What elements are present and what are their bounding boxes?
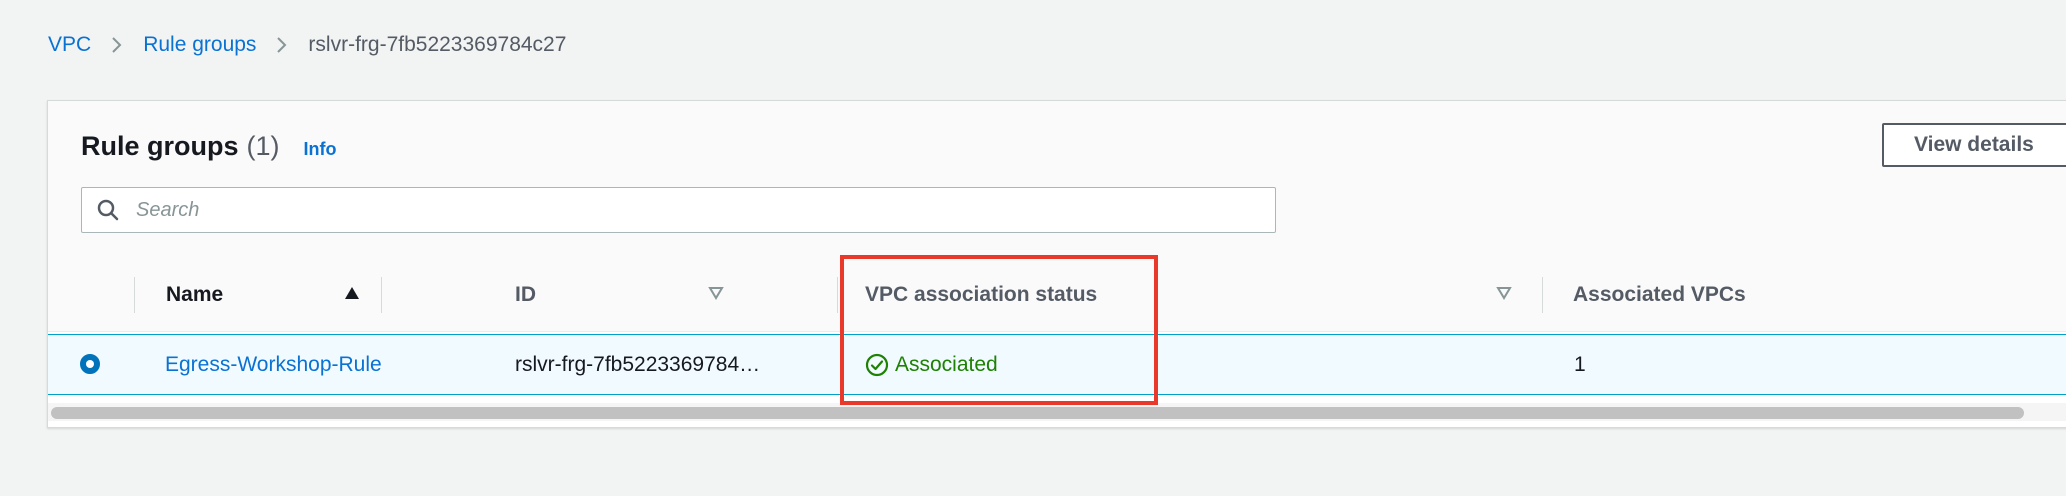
column-divider[interactable] xyxy=(837,277,838,313)
breadcrumb: VPC Rule groups rslvr-frg-7fb5223369784c… xyxy=(48,28,566,62)
radio-dot xyxy=(86,360,94,368)
search-icon xyxy=(96,198,120,222)
search-box[interactable] xyxy=(81,187,1276,233)
chevron-right-icon xyxy=(111,36,123,54)
panel-header: Rule groups (1) Info View details xyxy=(48,101,2066,260)
breadcrumb-rule-groups-link[interactable]: Rule groups xyxy=(143,33,256,57)
rule-group-name-link[interactable]: Egress-Workshop-Rule xyxy=(165,335,382,394)
view-details-button[interactable]: View details xyxy=(1882,123,2066,167)
column-divider[interactable] xyxy=(1542,277,1543,313)
panel-title: Rule groups xyxy=(81,131,239,161)
column-header-id[interactable]: ID xyxy=(515,259,536,331)
sort-ascending-icon[interactable] xyxy=(344,286,360,300)
sort-descending-icon[interactable] xyxy=(708,286,724,300)
chevron-right-icon xyxy=(276,36,288,54)
column-header-associated-vpcs[interactable]: Associated VPCs xyxy=(1573,259,1746,331)
scrollbar-thumb[interactable] xyxy=(51,407,2024,419)
row-select-radio[interactable] xyxy=(80,354,100,374)
associated-vpcs-count: 1 xyxy=(1574,352,1586,376)
info-link[interactable]: Info xyxy=(304,139,337,160)
panel-count: (1) xyxy=(246,131,280,161)
breadcrumb-current: rslvr-frg-7fb5223369784c27 xyxy=(308,33,567,56)
rule-groups-panel: Rule groups (1) Info View details Name I… xyxy=(47,100,2066,428)
panel-title-row: Rule groups (1) Info xyxy=(81,131,337,162)
horizontal-scrollbar[interactable] xyxy=(48,403,2066,421)
breadcrumb-vpc-link[interactable]: VPC xyxy=(48,33,91,57)
table-row[interactable]: Egress-Workshop-Rule rslvr-frg-7fb522336… xyxy=(48,334,2066,395)
column-divider xyxy=(134,277,135,313)
column-header-vpc-association-status[interactable]: VPC association status xyxy=(865,259,1097,331)
vpc-association-status: Associated xyxy=(865,335,998,394)
column-header-name[interactable]: Name xyxy=(166,259,223,331)
column-divider[interactable] xyxy=(381,277,382,313)
table-header: Name ID VPC association status Associate… xyxy=(48,259,2066,332)
sort-descending-icon[interactable] xyxy=(1496,286,1512,300)
rule-group-id: rslvr-frg-7fb5223369784… xyxy=(515,352,761,376)
status-text: Associated xyxy=(895,352,998,376)
search-input[interactable] xyxy=(134,197,1238,223)
check-circle-icon xyxy=(865,353,889,377)
